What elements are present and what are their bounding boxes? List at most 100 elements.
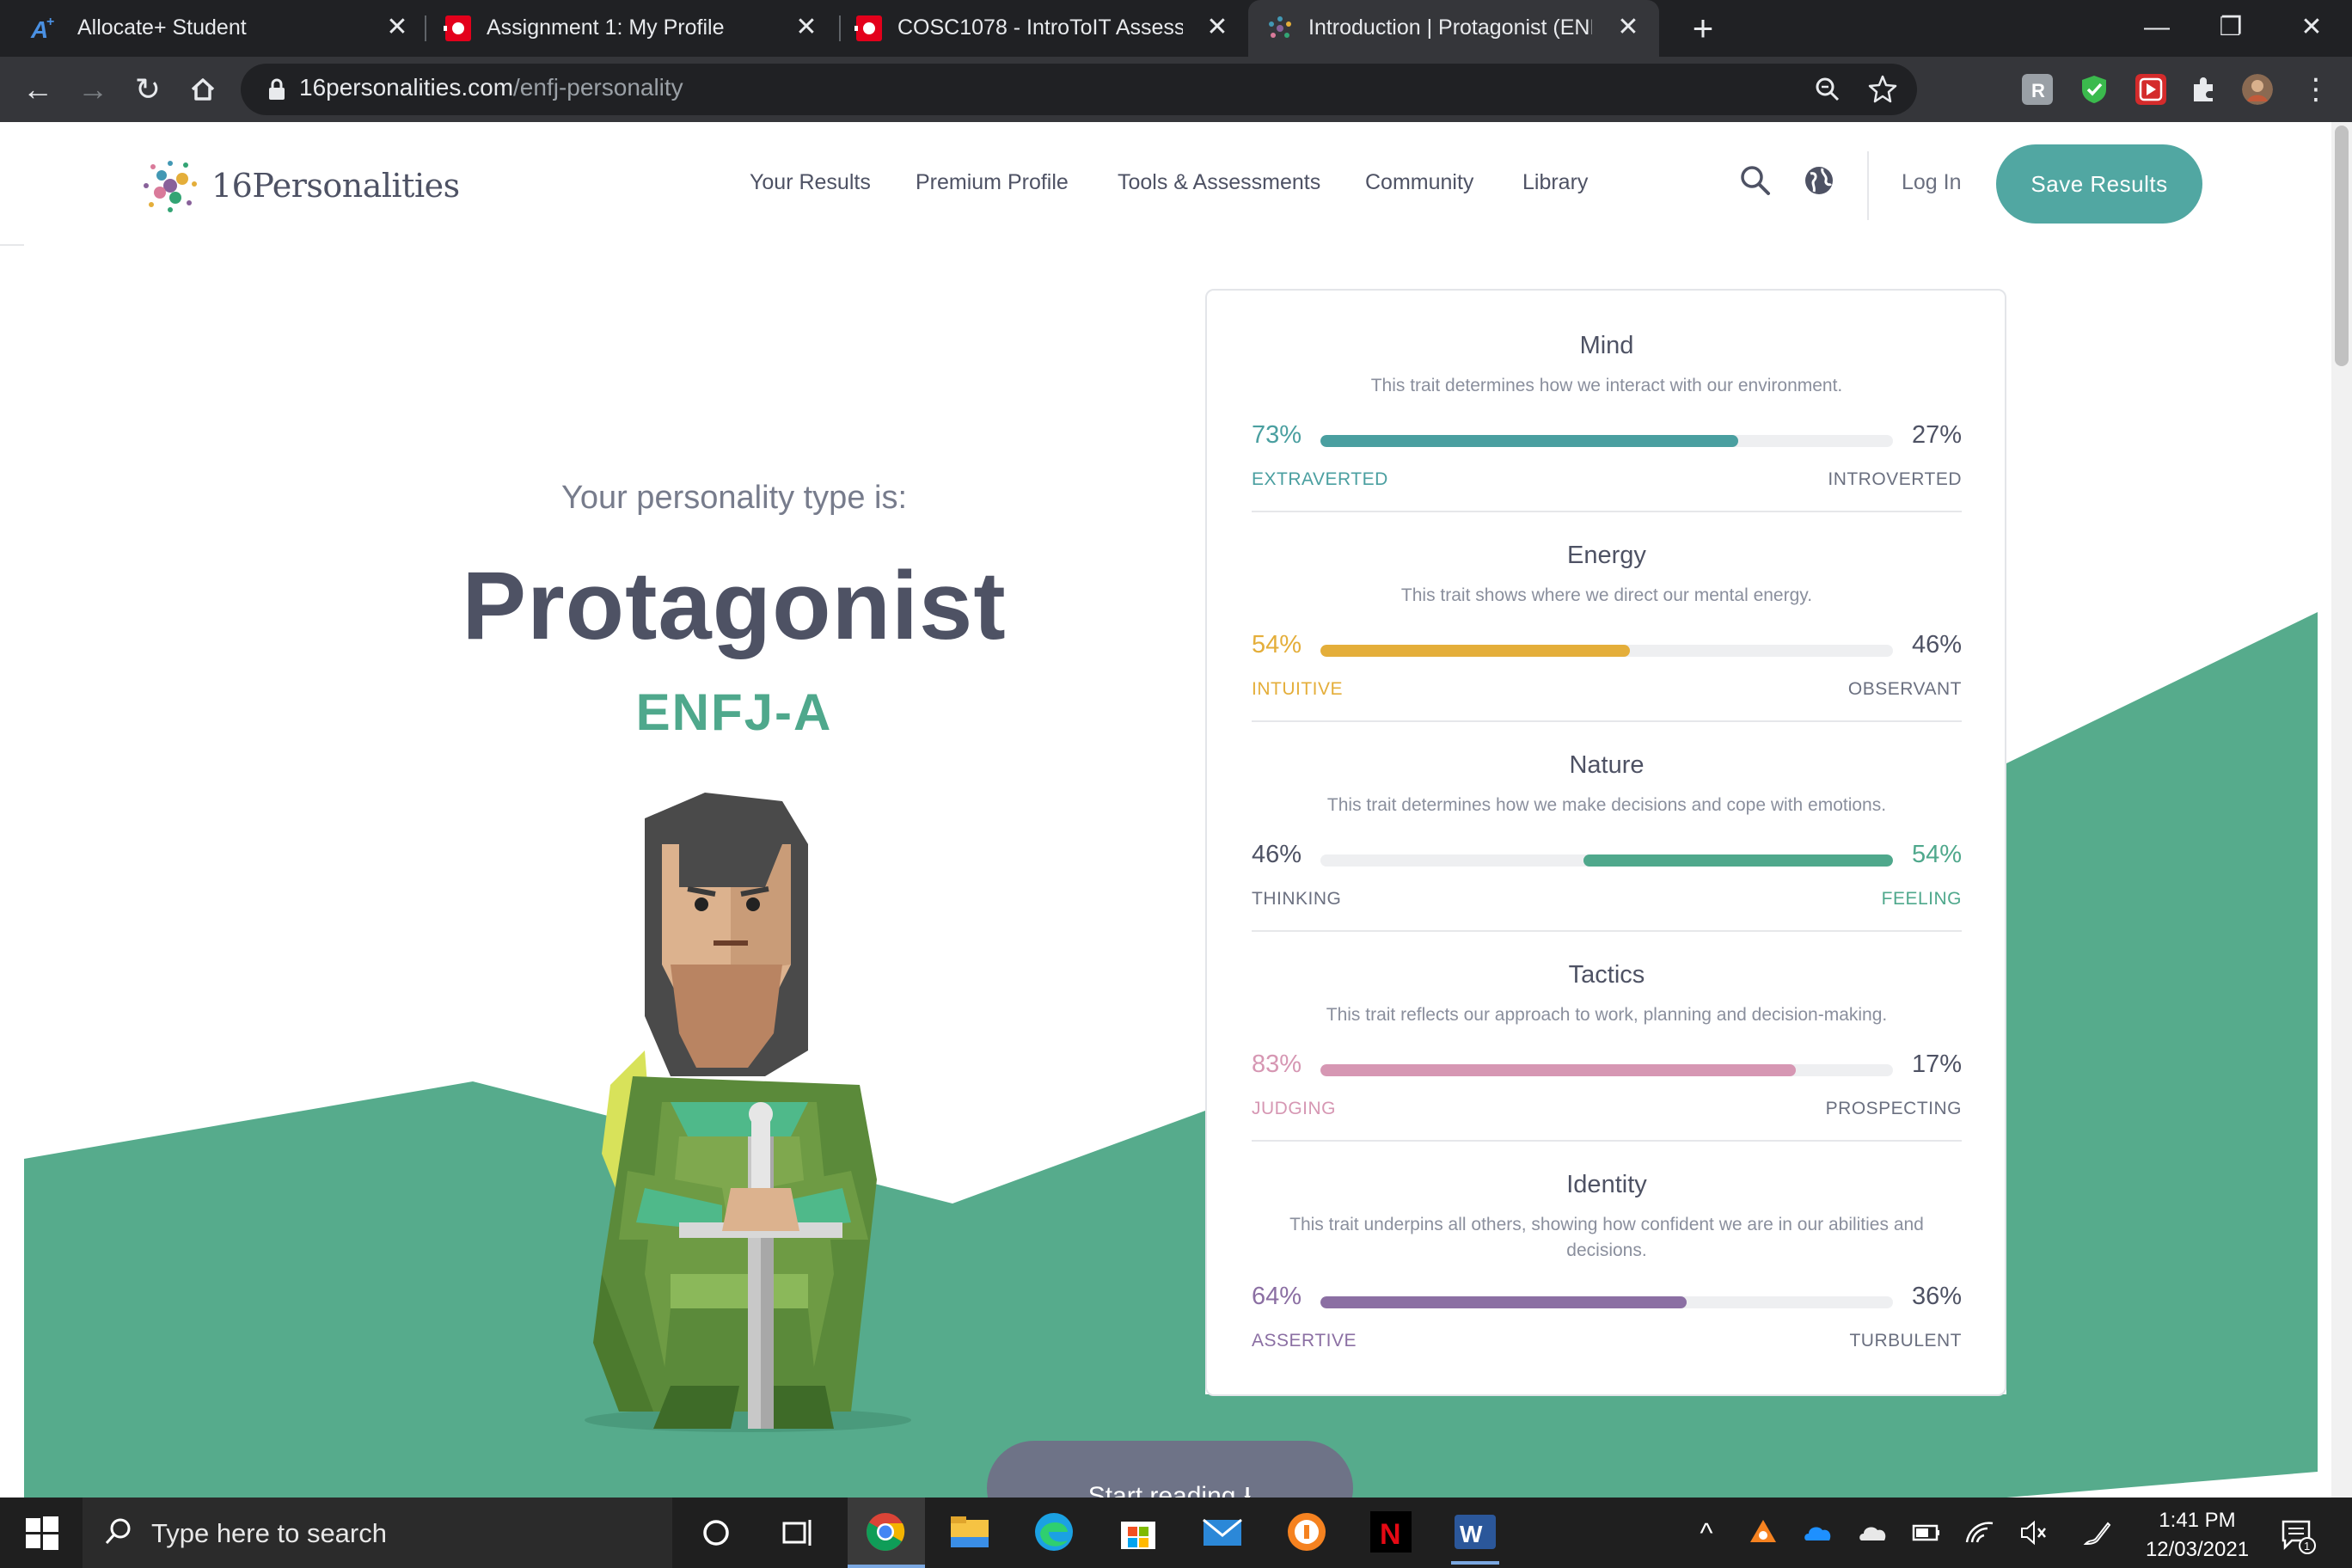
extension-r-icon[interactable]: R xyxy=(2022,74,2053,105)
menu-kebab-icon[interactable]: ⋮ xyxy=(2294,67,2338,112)
nav-library[interactable]: Library xyxy=(1522,170,1588,195)
cortana-icon[interactable] xyxy=(698,1515,734,1551)
home-icon[interactable] xyxy=(181,67,225,112)
reload-icon[interactable]: ↻ xyxy=(126,67,170,112)
rmit-canvas-icon xyxy=(854,15,882,41)
trait-bar-track xyxy=(1320,1064,1893,1076)
forward-arrow-icon[interactable]: → xyxy=(70,67,115,112)
trait-separator xyxy=(1252,930,1962,932)
trait-right-percent: 36% xyxy=(1911,1283,1962,1310)
trait-row: 64% 36% xyxy=(1252,1283,1962,1317)
battery-icon[interactable] xyxy=(1910,1516,1943,1549)
login-link[interactable]: Log In xyxy=(1902,170,1962,195)
page-scrollbar[interactable] xyxy=(2331,122,2352,1498)
search-icon[interactable] xyxy=(1738,163,1773,198)
bookmark-star-icon[interactable] xyxy=(1865,72,1900,107)
trait-row: 83% 17% xyxy=(1252,1050,1962,1085)
trait-separator xyxy=(1252,720,1962,722)
site-header: 16Personalities Your Results Premium Pro… xyxy=(0,122,2331,248)
nav-premium-profile[interactable]: Premium Profile xyxy=(916,170,1069,195)
nav-tools-assessments[interactable]: Tools & Assessments xyxy=(1118,170,1320,195)
site-logo[interactable]: 16Personalities xyxy=(138,151,460,220)
address-bar[interactable]: 16personalities.com/enfj-personality xyxy=(241,64,1917,115)
rmit-canvas-icon xyxy=(444,15,471,41)
trait-bar-fill xyxy=(1583,854,1893,867)
onedrive-white-icon[interactable] xyxy=(1857,1516,1890,1549)
trait-right-label: FEELING xyxy=(1881,889,1962,909)
tab-title: COSC1078 - IntroToIT Assessmen xyxy=(897,15,1183,40)
save-results-button[interactable]: Save Results xyxy=(1996,144,2202,224)
edge-icon[interactable] xyxy=(1030,1508,1078,1556)
shield-extension-icon[interactable] xyxy=(2079,74,2110,105)
puzzle-extensions-icon[interactable] xyxy=(2189,74,2220,105)
media-extension-icon[interactable] xyxy=(2135,74,2166,105)
netflix-icon[interactable]: N xyxy=(1367,1508,1415,1556)
taskbar-clock[interactable]: 1:41 PM 12/03/2021 xyxy=(2128,1506,2266,1565)
browser-tab-active[interactable]: Introduction | Protagonist (ENFJ) ✕ xyxy=(1248,0,1659,57)
close-window-icon[interactable]: ✕ xyxy=(2282,3,2342,52)
start-reading-button[interactable]: Start reading ⭳ xyxy=(987,1441,1353,1498)
trait-bar-fill xyxy=(1320,435,1739,447)
16personalities-logo-icon xyxy=(144,161,197,212)
tab-title: Allocate+ Student xyxy=(77,15,247,40)
protagonist-character-illustration xyxy=(585,793,911,1432)
start-reading-label: Start reading xyxy=(1087,1482,1236,1498)
browser-tab[interactable]: Assignment 1: My Profile ✕ xyxy=(426,0,836,57)
trait-right-label: OBSERVANT xyxy=(1847,679,1962,699)
chrome-icon[interactable] xyxy=(861,1508,910,1556)
chevron-up-icon[interactable]: ^ xyxy=(1690,1516,1723,1549)
clock-date: 12/03/2021 xyxy=(2145,1538,2250,1561)
windows-taskbar: Type here to search N W ^ 1:41 PM 12/03/… xyxy=(0,1498,2352,1568)
search-icon xyxy=(105,1518,131,1545)
url-text: 16personalities.com/enfj-personality xyxy=(299,74,683,101)
trait-right-percent: 54% xyxy=(1911,841,1962,868)
taskbar-search-box[interactable]: Type here to search xyxy=(83,1498,672,1568)
mail-icon[interactable] xyxy=(1198,1508,1246,1556)
microsoft-store-icon[interactable] xyxy=(1114,1508,1162,1556)
url-path: /enfj-personality xyxy=(513,74,683,101)
trait-left-percent: 64% xyxy=(1252,1283,1302,1310)
brave-vpn-icon[interactable] xyxy=(1283,1508,1331,1556)
trait-right-percent: 46% xyxy=(1911,631,1962,658)
trait-right-label: PROSPECTING xyxy=(1825,1099,1962,1118)
nav-community[interactable]: Community xyxy=(1365,170,1473,195)
windows-start-icon[interactable] xyxy=(24,1515,60,1551)
onedrive-blue-icon[interactable] xyxy=(1802,1516,1834,1549)
globe-language-icon[interactable] xyxy=(1802,163,1836,198)
trait-title: Nature xyxy=(1569,751,1645,779)
nav-your-results[interactable]: Your Results xyxy=(750,170,871,195)
volume-muted-icon[interactable] xyxy=(2017,1516,2049,1549)
browser-tab[interactable]: COSC1078 - IntroToIT Assessmen ✕ xyxy=(841,0,1245,57)
tab-close-icon[interactable]: ✕ xyxy=(382,12,413,43)
restore-icon[interactable]: ❐ xyxy=(2201,3,2261,52)
pen-ink-icon[interactable] xyxy=(2080,1516,2113,1549)
trait-description: This trait determines how we interact wi… xyxy=(1370,376,1843,395)
personality-type-code: ENFJ-A xyxy=(635,683,833,741)
word-icon[interactable]: W xyxy=(1451,1508,1499,1556)
tab-close-icon[interactable]: ✕ xyxy=(1613,12,1644,43)
profile-avatar-icon[interactable] xyxy=(2242,74,2273,105)
tab-close-icon[interactable]: ✕ xyxy=(1202,12,1233,43)
personality-lead-text: Your personality type is: xyxy=(560,480,908,516)
new-tab-button[interactable]: + xyxy=(1683,9,1723,48)
16personalities-icon xyxy=(1269,16,1291,38)
minimize-icon[interactable]: — xyxy=(2127,3,2187,52)
trait-description: This trait underpins all others, showing… xyxy=(1289,1215,1924,1260)
lock-icon xyxy=(269,78,285,100)
trait-description: This trait determines how we make decisi… xyxy=(1326,795,1887,815)
file-explorer-icon[interactable] xyxy=(946,1508,994,1556)
trait-bar-track xyxy=(1320,645,1893,657)
tab-title: Introduction | Protagonist (ENFJ) xyxy=(1308,15,1592,40)
avast-icon[interactable] xyxy=(1747,1516,1779,1549)
trait-right-percent: 17% xyxy=(1911,1050,1962,1078)
action-center-icon[interactable]: 1 xyxy=(2278,1516,2316,1554)
scrollbar-thumb[interactable] xyxy=(2335,126,2349,366)
browser-tab[interactable]: A + Allocate+ Student ✕ xyxy=(0,0,421,57)
trait-left-percent: 46% xyxy=(1252,841,1302,868)
trait-title: Energy xyxy=(1567,542,1646,569)
back-arrow-icon[interactable]: ← xyxy=(15,67,60,112)
task-view-icon[interactable] xyxy=(779,1515,815,1551)
zoom-icon[interactable] xyxy=(1810,72,1845,107)
tab-close-icon[interactable]: ✕ xyxy=(791,12,822,43)
wifi-icon[interactable] xyxy=(1963,1516,1996,1549)
